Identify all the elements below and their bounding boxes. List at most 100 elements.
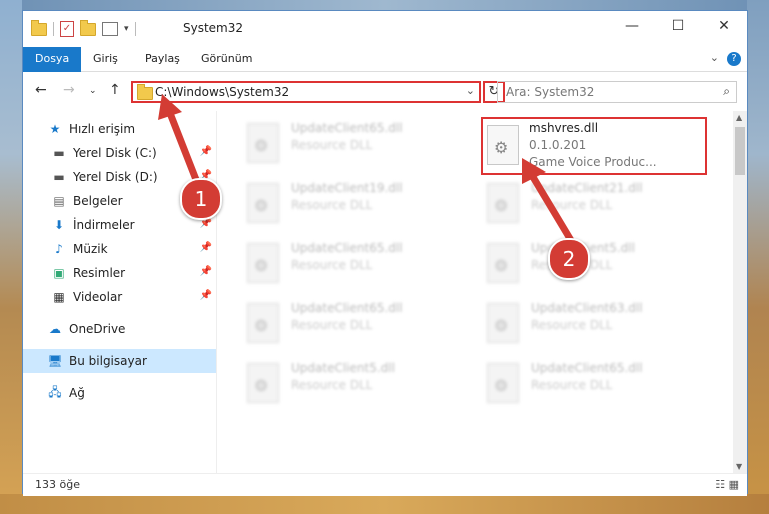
toolbar-dropdown-icon[interactable]: ▾ [124, 24, 129, 34]
chevron-down-icon[interactable]: ⌄ [710, 51, 719, 64]
chevron-down-icon[interactable]: ⌄ [466, 84, 475, 97]
sidebar-item-label: İndirmeler [73, 218, 135, 232]
dll-file-icon [247, 363, 279, 403]
drive-icon: ▬ [53, 170, 65, 184]
file-type: Resource DLL [531, 378, 613, 392]
ribbon-tabs: Dosya Giriş Paylaş Görünüm ⌄ ? [23, 47, 747, 103]
file-item[interactable]: UpdateClient19.dll Resource DLL [241, 177, 461, 233]
videos-icon: ▦ [53, 290, 65, 304]
customize-toolbar-icon[interactable] [102, 22, 118, 36]
back-arrow-icon[interactable]: ← [35, 82, 47, 98]
title-bar: ✓ ▾ System32 — ☐ ✕ [23, 11, 747, 47]
file-name: UpdateClient65.dll [531, 361, 643, 375]
sidebar-item-label: Bu bilgisayar [69, 354, 147, 368]
scroll-up-icon[interactable]: ▲ [736, 113, 742, 122]
dll-file-icon [247, 303, 279, 343]
scrollbar-thumb[interactable] [735, 127, 745, 175]
file-item[interactable]: UpdateClient65.dll Resource DLL [481, 357, 701, 413]
file-name: mshvres.dll [529, 121, 599, 135]
up-arrow-icon[interactable]: ↑ [109, 82, 121, 98]
dll-file-icon [247, 123, 279, 163]
pin-icon[interactable]: 📌 [200, 266, 212, 277]
view-toggle-icons[interactable]: ☷ ▦ [715, 478, 739, 491]
file-item[interactable]: UpdateClient63.dll Resource DLL [481, 297, 701, 353]
download-icon: ⬇ [53, 218, 65, 232]
file-item[interactable]: UpdateClient65.dll Resource DLL [241, 297, 461, 353]
recent-locations-icon[interactable]: ⌄ [89, 86, 97, 96]
dll-file-icon [487, 363, 519, 403]
file-list: UpdateClient65.dll Resource DLL UpdateCl… [217, 111, 735, 473]
file-type: Resource DLL [291, 318, 373, 332]
documents-icon: ▤ [53, 194, 65, 208]
file-type: Resource DLL [531, 318, 613, 332]
sidebar-item-label: Yerel Disk (D:) [73, 170, 158, 184]
file-item[interactable]: UpdateClient5.dll Resource DLL [241, 357, 461, 413]
dll-file-icon [247, 183, 279, 223]
sidebar-item-label: Resimler [73, 266, 126, 280]
close-button[interactable]: ✕ [701, 11, 747, 41]
item-count: 133 öğe [35, 478, 80, 491]
status-bar: 133 öğe ☷ ▦ [23, 473, 747, 496]
forward-arrow-icon[interactable]: → [63, 82, 75, 98]
cloud-icon: ☁ [49, 322, 61, 336]
tab-share[interactable]: Paylaş [135, 47, 190, 71]
sidebar-item-this-pc[interactable]: 🖥 Bu bilgisayar [23, 349, 216, 373]
search-input[interactable]: Ara: System32 [506, 85, 594, 99]
annotation-badge-1: 1 [180, 178, 222, 220]
sidebar-item-videos[interactable]: ▦ Videolar 📌 [23, 285, 216, 309]
file-name: UpdateClient19.dll [291, 181, 403, 195]
dll-file-icon [487, 303, 519, 343]
desktop-background-left [0, 0, 22, 514]
sidebar-item-music[interactable]: ♪ Müzik 📌 [23, 237, 216, 261]
file-explorer-window: ✓ ▾ System32 — ☐ ✕ Dosya Giriş Paylaş Gö… [22, 10, 748, 496]
file-name: UpdateClient63.dll [531, 301, 643, 315]
desktop-background-right [747, 0, 769, 514]
window-title: System32 [183, 21, 244, 35]
sidebar-item-onedrive[interactable]: ☁ OneDrive [23, 317, 216, 341]
vertical-scrollbar[interactable]: ▲ ▼ [733, 111, 747, 473]
desktop-background [0, 0, 769, 10]
sidebar-item-label: Hızlı erişim [69, 122, 136, 136]
minimize-button[interactable]: — [609, 11, 655, 41]
maximize-button[interactable]: ☐ [655, 11, 701, 41]
folder-icon[interactable] [31, 19, 47, 36]
computer-icon: 🖥 [47, 354, 63, 368]
pictures-icon: ▣ [53, 266, 65, 280]
sidebar-item-label: OneDrive [69, 322, 126, 336]
sidebar-item-label: Belgeler [73, 194, 123, 208]
search-icon: ⌕ [723, 84, 730, 98]
dll-file-icon [247, 243, 279, 283]
toolbar-separator [134, 22, 136, 36]
toolbar-separator [53, 22, 54, 36]
file-type: Resource DLL [291, 198, 373, 212]
file-type: Resource DLL [291, 138, 373, 152]
scroll-down-icon[interactable]: ▼ [736, 462, 742, 471]
desktop-background-bottom [0, 494, 769, 514]
file-name: UpdateClient65.dll [291, 241, 403, 255]
navigation-bar: ← → ⌄ ↑ C:\Windows\System32 ⌄ ↻ Ara: Sys… [23, 72, 747, 110]
file-item[interactable]: UpdateClient65.dll Resource DLL [241, 237, 461, 293]
annotation-badge-2: 2 [548, 238, 590, 280]
properties-check-icon[interactable]: ✓ [60, 21, 74, 37]
tab-view[interactable]: Görünüm [191, 47, 262, 71]
star-icon: ★ [49, 122, 61, 136]
file-item[interactable]: UpdateClient65.dll Resource DLL [241, 117, 461, 173]
file-name: UpdateClient5.dll [291, 361, 395, 375]
file-name: UpdateClient65.dll [291, 121, 403, 135]
sidebar-item-label: Ağ [69, 386, 85, 400]
file-type: Resource DLL [291, 378, 373, 392]
file-type: Resource DLL [291, 258, 373, 272]
new-folder-icon[interactable] [80, 19, 96, 36]
music-icon: ♪ [55, 242, 63, 256]
search-box[interactable]: Ara: System32 ⌕ [497, 81, 737, 103]
help-icon[interactable]: ? [727, 52, 741, 66]
sidebar-item-network[interactable]: 🖧 Ağ [23, 381, 216, 405]
sidebar-item-label: Müzik [73, 242, 108, 256]
quick-access-toolbar: ✓ ▾ [31, 19, 136, 37]
pin-icon[interactable]: 📌 [200, 290, 212, 301]
tab-home[interactable]: Giriş [83, 47, 128, 71]
network-icon: 🖧 [48, 384, 62, 399]
sidebar-item-pictures[interactable]: ▣ Resimler 📌 [23, 261, 216, 285]
pin-icon[interactable]: 📌 [200, 242, 212, 253]
sidebar-item-label: Videolar [73, 290, 123, 304]
